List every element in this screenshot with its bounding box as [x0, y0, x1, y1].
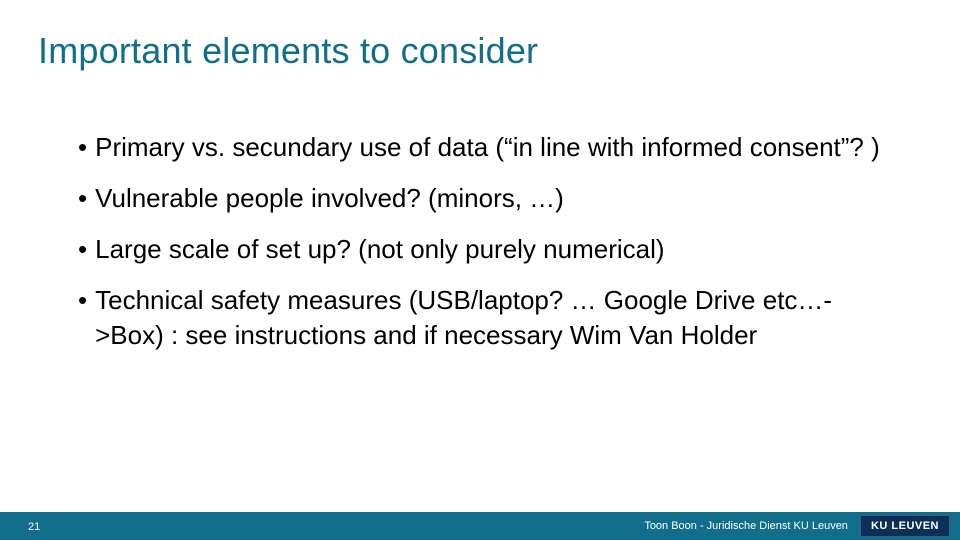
slide-body: • Primary vs. secundary use of data (“in… — [78, 130, 898, 369]
ku-leuven-logo: KU LEUVEN — [860, 515, 950, 537]
slide-title: Important elements to consider — [38, 30, 538, 72]
bullet-item: • Primary vs. secundary use of data (“in… — [78, 130, 898, 165]
slide: Important elements to consider • Primary… — [0, 0, 960, 540]
bullet-text: Technical safety measures (USB/laptop? …… — [95, 283, 898, 353]
bullet-item: • Technical safety measures (USB/laptop?… — [78, 283, 898, 353]
page-number: 21 — [28, 521, 40, 533]
footer-text: Toon Boon - Juridische Dienst KU Leuven — [644, 520, 860, 532]
bullet-dot-icon: • — [78, 232, 87, 267]
bullet-text: Large scale of set up? (not only purely … — [95, 232, 898, 267]
bullet-item: • Large scale of set up? (not only purel… — [78, 232, 898, 267]
bullet-dot-icon: • — [78, 283, 87, 353]
bullet-dot-icon: • — [78, 181, 87, 216]
bullet-dot-icon: • — [78, 130, 87, 165]
bullet-item: • Vulnerable people involved? (minors, …… — [78, 181, 898, 216]
bullet-text: Vulnerable people involved? (minors, …) — [95, 181, 898, 216]
bullet-text: Primary vs. secundary use of data (“in l… — [95, 130, 898, 165]
footer-bar: 21 Toon Boon - Juridische Dienst KU Leuv… — [0, 512, 960, 540]
